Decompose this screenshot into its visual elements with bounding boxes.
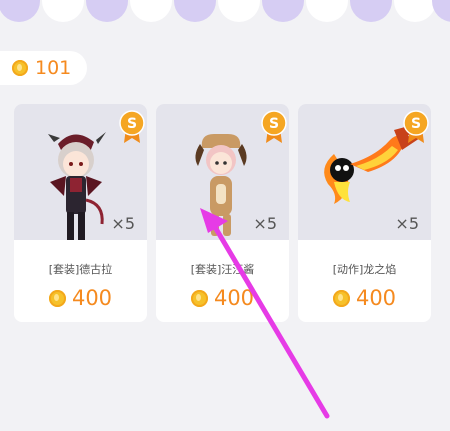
item-price[interactable]: 400 xyxy=(298,286,431,310)
awning-bump xyxy=(42,0,84,22)
price-value: 400 xyxy=(355,286,397,310)
badge-label: S xyxy=(411,116,421,132)
coin-icon xyxy=(48,289,66,307)
price-value: 400 xyxy=(71,286,113,310)
shop-item-card[interactable]: S ×5 [套装]汪汪酱 400 xyxy=(156,104,289,322)
awning-bump xyxy=(130,0,172,22)
awning-bump xyxy=(262,0,304,22)
awning-bump xyxy=(432,0,450,22)
item-name: [套装]汪汪酱 xyxy=(190,263,255,276)
item-quantity: ×5 xyxy=(111,214,135,233)
item-name: [动作]龙之焰 xyxy=(332,263,397,276)
coin-icon xyxy=(332,289,350,307)
awning-bump xyxy=(86,0,128,22)
coin-balance-count: 101 xyxy=(35,57,72,79)
badge-label: S xyxy=(127,116,137,132)
coin-icon xyxy=(190,289,208,307)
item-quantity: ×5 xyxy=(395,214,419,233)
awning-bump xyxy=(306,0,348,22)
rank-s-badge-icon: S xyxy=(403,110,429,143)
item-price[interactable]: 400 xyxy=(156,286,289,310)
coin-icon xyxy=(12,60,28,76)
top-awning-decoration xyxy=(0,0,450,30)
awning-bump xyxy=(350,0,392,22)
awning-bump xyxy=(174,0,216,22)
item-quantity: ×5 xyxy=(253,214,277,233)
shop-item-card[interactable]: S ×5 [动作]龙之焰 400 xyxy=(298,104,431,322)
rank-s-badge-icon: S xyxy=(261,110,287,143)
awning-bump xyxy=(394,0,436,22)
awning-bump xyxy=(0,0,40,22)
awning-bump xyxy=(218,0,260,22)
item-price[interactable]: 400 xyxy=(14,286,147,310)
coin-balance: 101 xyxy=(0,51,87,85)
item-name: [套装]德古拉 xyxy=(48,263,113,276)
shop-item-card[interactable]: S ×5 [套装]德古拉 400 xyxy=(14,104,147,322)
badge-label: S xyxy=(269,116,279,132)
rank-s-badge-icon: S xyxy=(119,110,145,143)
price-value: 400 xyxy=(213,286,255,310)
